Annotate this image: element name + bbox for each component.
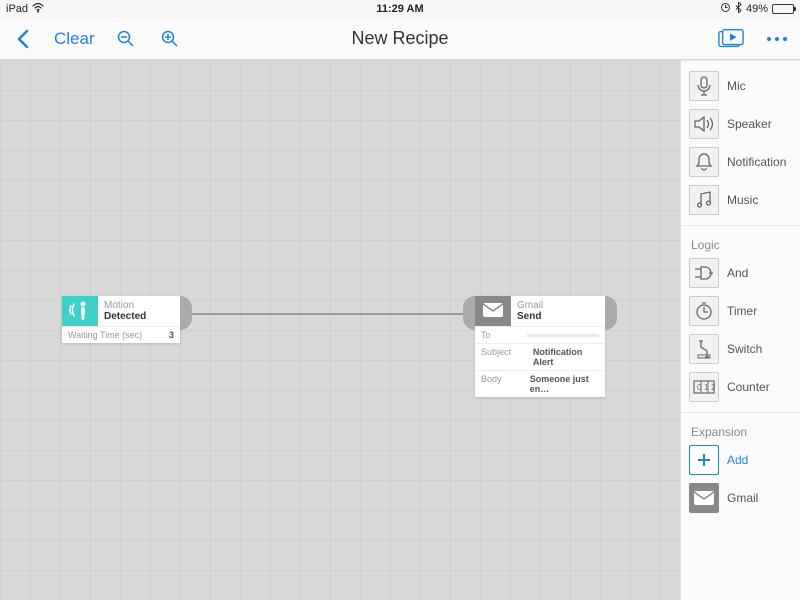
timer-icon (689, 296, 719, 326)
svg-text:0: 0 (697, 383, 702, 392)
param-value: 3 (169, 330, 174, 340)
body-label: Body (481, 374, 524, 394)
body-value: Someone just en… (530, 374, 599, 394)
mic-icon (689, 71, 719, 101)
input-port[interactable] (463, 296, 475, 330)
play-button[interactable] (718, 26, 744, 52)
bluetooth-icon (735, 2, 742, 16)
clear-button[interactable]: Clear (54, 29, 95, 49)
clock: 11:29 AM (376, 3, 423, 15)
sidebar-item-label: Gmail (727, 491, 758, 505)
sidebar-item-label: Add (727, 453, 748, 467)
node-motion[interactable]: Motion Detected Waiting Time (sec) 3 (62, 296, 180, 343)
svg-text:1: 1 (704, 383, 709, 392)
rotation-lock-icon (720, 2, 731, 16)
back-button[interactable] (10, 26, 36, 52)
svg-text:2: 2 (711, 383, 715, 392)
component-sidebar: Mic Speaker Notification Music Logic And Tim… (680, 60, 800, 600)
and-icon (689, 258, 719, 288)
zoom-in-button[interactable] (157, 26, 183, 52)
battery-percent: 49% (746, 3, 768, 15)
mail-icon (483, 303, 503, 320)
sidebar-item-switch[interactable]: Switch (681, 330, 800, 368)
navbar: Clear New Recipe (0, 18, 800, 60)
recipe-canvas[interactable]: Motion Detected Waiting Time (sec) 3 (0, 60, 680, 600)
wifi-icon (32, 3, 44, 16)
sidebar-item-music[interactable]: Music (681, 181, 800, 219)
device-label: iPad (6, 3, 28, 15)
node-type-label: Motion (104, 300, 174, 311)
switch-icon (689, 334, 719, 364)
mail-icon (689, 483, 719, 513)
bell-icon (689, 147, 719, 177)
music-icon (689, 185, 719, 215)
node-type-label: Gmail (517, 300, 599, 311)
sidebar-item-label: Counter (727, 380, 770, 394)
to-label: To (481, 330, 521, 340)
sidebar-item-label: Notification (727, 155, 786, 169)
counter-icon: 012 (689, 372, 719, 402)
status-bar: iPad 11:29 AM 49% (0, 0, 800, 18)
output-port[interactable] (605, 296, 617, 330)
sidebar-item-gmail[interactable]: Gmail (681, 479, 800, 517)
node-action-label: Send (517, 311, 599, 322)
to-value: ———————— (527, 330, 599, 340)
sidebar-item-add[interactable]: Add (681, 441, 800, 479)
subject-label: Subject (481, 347, 527, 367)
subject-value: Notification Alert (533, 347, 599, 367)
connection-wire (190, 313, 470, 315)
node-gmail[interactable]: Gmail Send To ———————— Subject Notificat… (475, 296, 605, 397)
expansion-heading: Expansion (681, 419, 800, 441)
zoom-out-button[interactable] (113, 26, 139, 52)
logic-heading: Logic (681, 232, 800, 254)
sidebar-item-mic[interactable]: Mic (681, 67, 800, 105)
sidebar-item-label: Mic (727, 79, 746, 93)
sidebar-item-speaker[interactable]: Speaker (681, 105, 800, 143)
battery-icon (772, 4, 794, 14)
sidebar-item-label: Switch (727, 342, 762, 356)
sidebar-item-label: Timer (727, 304, 757, 318)
sidebar-item-label: Speaker (727, 117, 772, 131)
sidebar-item-and[interactable]: And (681, 254, 800, 292)
sidebar-item-counter[interactable]: 012 Counter (681, 368, 800, 406)
plus-icon (689, 445, 719, 475)
sidebar-item-notification[interactable]: Notification (681, 143, 800, 181)
param-label: Waiting Time (sec) (68, 330, 163, 340)
sidebar-item-label: And (727, 266, 748, 280)
page-title: New Recipe (351, 28, 448, 49)
node-state-label: Detected (104, 311, 174, 322)
sidebar-item-timer[interactable]: Timer (681, 292, 800, 330)
output-port[interactable] (180, 296, 192, 330)
motion-icon (69, 297, 91, 326)
more-button[interactable] (764, 26, 790, 52)
speaker-icon (689, 109, 719, 139)
sidebar-item-label: Music (727, 193, 758, 207)
